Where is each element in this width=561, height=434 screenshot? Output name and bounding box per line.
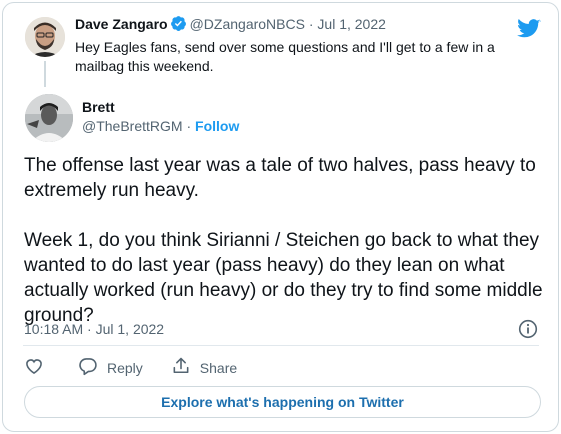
parent-header: Dave Zangaro @DZangaroNBCS · Jul 1, 2022 <box>75 15 386 35</box>
verified-icon <box>170 15 187 35</box>
separator: · <box>308 16 314 32</box>
twitter-bird-icon[interactable] <box>517 19 541 44</box>
tweet-timestamp[interactable]: 10:18 AM · Jul 1, 2022 <box>24 321 164 337</box>
reply-button[interactable]: Reply <box>78 356 143 379</box>
main-author-name[interactable]: Brett <box>82 99 115 115</box>
main-handle[interactable]: @TheBrettRGM <box>82 118 183 134</box>
like-button[interactable] <box>24 356 44 379</box>
parent-handle[interactable]: @DZangaroNBCS <box>190 16 305 32</box>
main-author-sub: @TheBrettRGM · Follow <box>82 118 239 134</box>
follow-button[interactable]: Follow <box>195 118 239 134</box>
main-tweet-text: The offense last year was a tale of two … <box>24 155 543 326</box>
info-icon[interactable] <box>518 319 538 344</box>
share-icon <box>171 356 191 379</box>
main-avatar[interactable] <box>25 94 73 142</box>
parent-avatar[interactable] <box>25 17 65 57</box>
divider <box>23 345 539 346</box>
share-button[interactable]: Share <box>171 356 237 379</box>
reply-label: Reply <box>107 359 143 376</box>
share-label: Share <box>199 359 238 376</box>
tweet-card: Dave Zangaro @DZangaroNBCS · Jul 1, 2022 … <box>2 2 559 432</box>
heart-icon <box>24 356 44 379</box>
reply-icon <box>78 356 98 379</box>
action-bar: Reply Share <box>24 356 265 379</box>
thread-line <box>44 61 46 87</box>
explore-button[interactable]: Explore what's happening on Twitter <box>24 386 541 418</box>
separator: · <box>186 118 192 134</box>
parent-name[interactable]: Dave Zangaro <box>75 16 168 32</box>
parent-tweet-text: Hey Eagles fans, send over some question… <box>75 39 495 74</box>
parent-date[interactable]: Jul 1, 2022 <box>317 16 386 32</box>
